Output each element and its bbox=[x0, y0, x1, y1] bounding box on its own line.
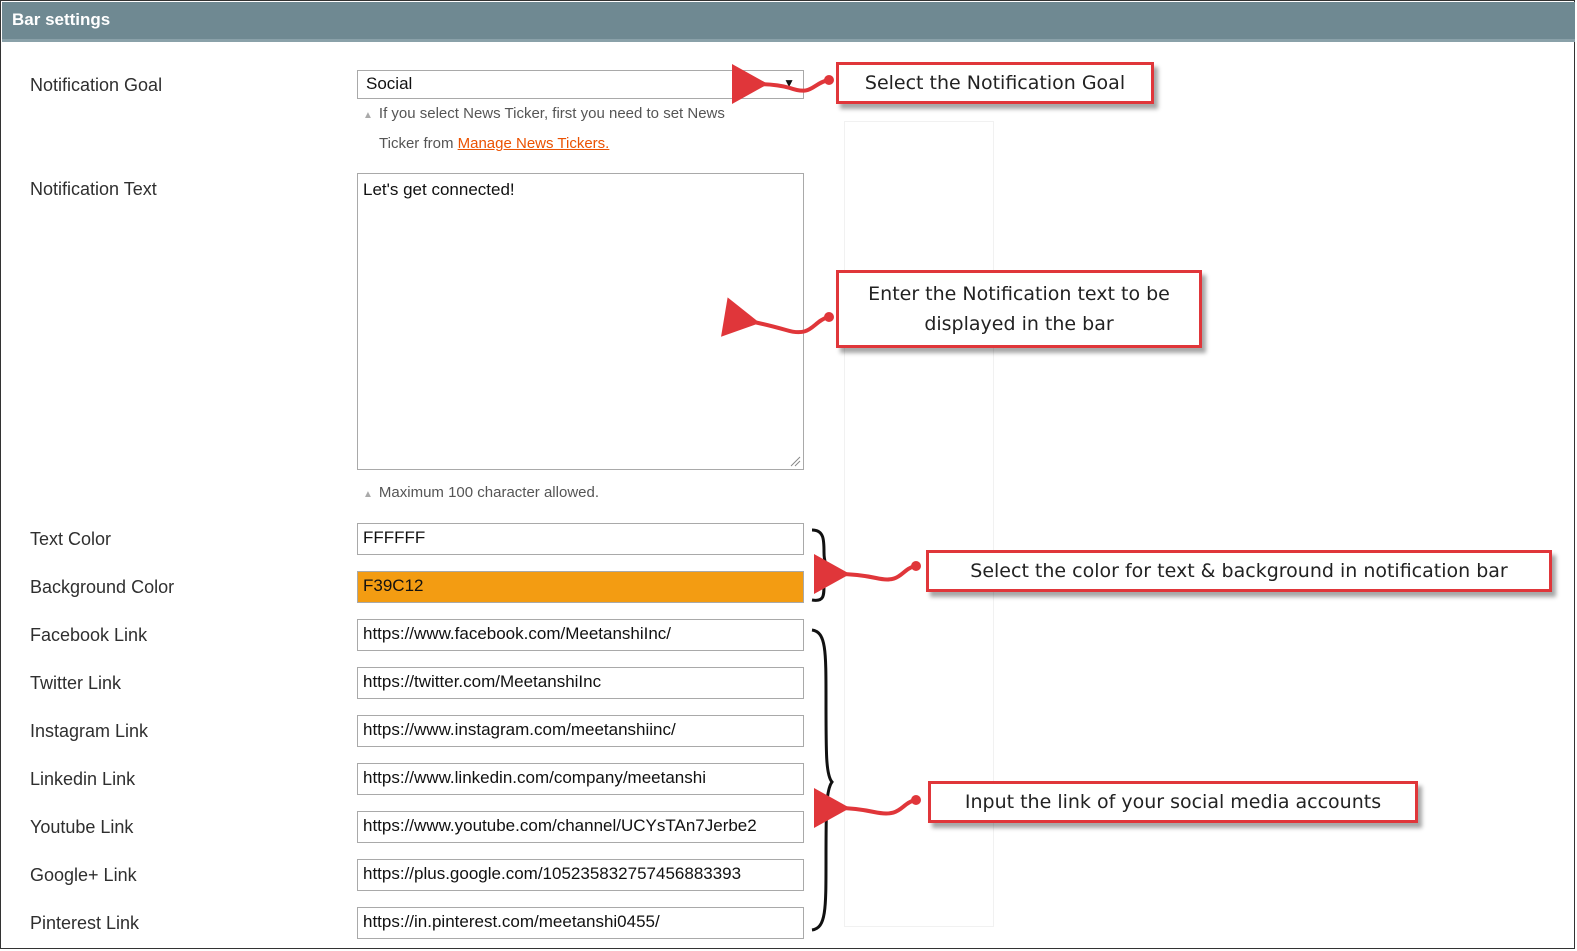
text-arrow bbox=[721, 297, 829, 337]
social-brace bbox=[811, 628, 834, 932]
goal-arrow bbox=[731, 63, 829, 104]
colors-brace bbox=[811, 528, 837, 602]
social-arrow bbox=[813, 787, 916, 828]
callout-social-text: Input the link of your social media acco… bbox=[964, 791, 1382, 813]
callout-social: Input the link of your social media acco… bbox=[928, 781, 1418, 823]
callout-colors: Select the color for text & background i… bbox=[926, 550, 1552, 592]
callout-text-line2: displayed in the bar bbox=[924, 313, 1114, 335]
callout-colors-text: Select the color for text & background i… bbox=[970, 560, 1508, 582]
callout-text-line1: Enter the Notification text to be bbox=[868, 283, 1170, 305]
callout-goal-text: Select the Notification Goal bbox=[864, 72, 1126, 94]
callout-text-content: Enter the Notification text to be displa… bbox=[868, 279, 1170, 339]
callout-goal: Select the Notification Goal bbox=[836, 62, 1154, 104]
callout-text: Enter the Notification text to be displa… bbox=[836, 270, 1202, 348]
colors-arrow bbox=[813, 553, 916, 594]
